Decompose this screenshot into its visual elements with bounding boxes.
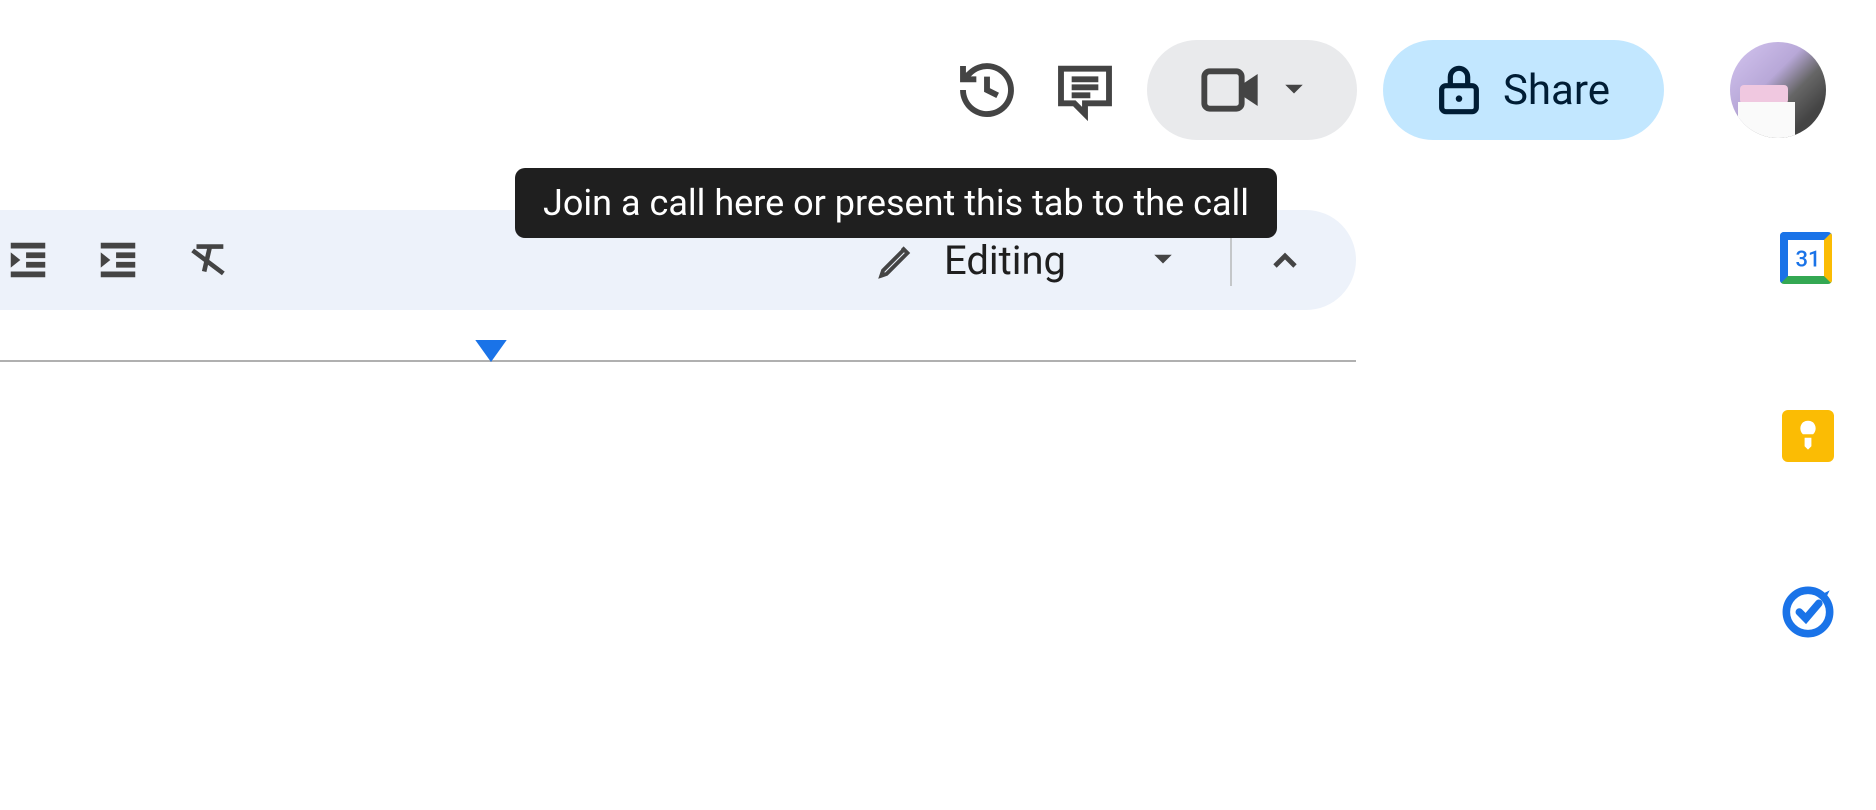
pencil-icon (876, 239, 918, 281)
toolbar-left-group (0, 232, 236, 288)
ruler-line (0, 360, 1356, 362)
toolbar-divider (1230, 234, 1232, 286)
comment-history-button[interactable] (1049, 54, 1121, 126)
video-camera-icon (1199, 64, 1263, 116)
keep-icon (1782, 410, 1834, 462)
tasks-sidepanel-button[interactable] (1780, 584, 1836, 640)
clear-formatting-icon (185, 237, 231, 283)
meet-call-button[interactable] (1147, 40, 1357, 140)
editing-mode-dropdown[interactable]: Editing (838, 237, 1212, 284)
increase-indent-button[interactable] (90, 232, 146, 288)
chevron-up-icon (1270, 250, 1300, 270)
tasks-icon (1782, 586, 1834, 638)
account-avatar[interactable] (1730, 42, 1826, 138)
calendar-day-number: 31 (1795, 248, 1820, 273)
increase-indent-icon (95, 237, 141, 283)
decrease-indent-button[interactable] (0, 232, 56, 288)
top-action-row: Share (951, 40, 1826, 140)
calendar-sidepanel-button[interactable]: 31 (1780, 232, 1836, 288)
side-panel: 31 (1780, 232, 1836, 640)
keep-sidepanel-button[interactable] (1780, 408, 1836, 464)
editing-mode-label: Editing (944, 237, 1066, 284)
history-icon (955, 58, 1019, 122)
meet-tooltip: Join a call here or present this tab to … (515, 168, 1277, 238)
comment-icon (1053, 58, 1117, 122)
indent-marker[interactable] (474, 340, 508, 362)
version-history-button[interactable] (951, 54, 1023, 126)
dropdown-arrow-icon (1152, 253, 1174, 267)
dropdown-arrow-icon (1283, 83, 1305, 97)
share-label: Share (1503, 66, 1610, 115)
lock-icon (1437, 64, 1481, 116)
decrease-indent-icon (5, 237, 51, 283)
share-button[interactable]: Share (1383, 40, 1664, 140)
indent-marker-icon (474, 340, 508, 362)
clear-formatting-button[interactable] (180, 232, 236, 288)
calendar-icon: 31 (1780, 232, 1836, 288)
